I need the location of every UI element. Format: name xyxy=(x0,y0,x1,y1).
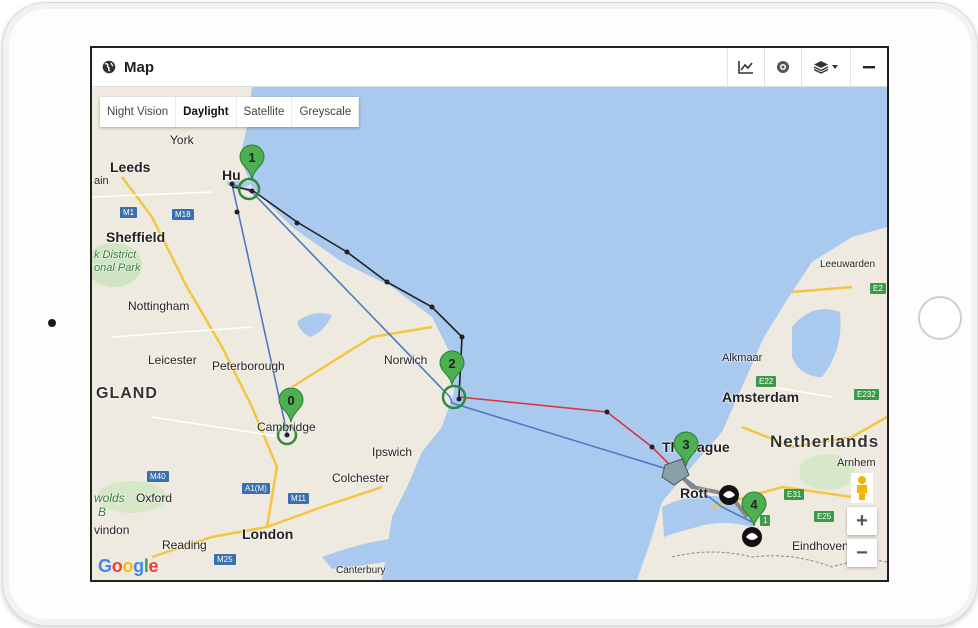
map-type-satellite[interactable]: Satellite xyxy=(237,97,293,127)
marker-layer: 0 1 2 3 4 xyxy=(239,144,767,527)
map-canvas[interactable]: York Leeds ain Hu Sheffield k District o… xyxy=(92,87,887,580)
waypoint-label: 0 xyxy=(287,393,294,408)
google-logo: Google xyxy=(98,556,159,577)
google-letter: g xyxy=(133,556,144,576)
chart-button[interactable] xyxy=(727,48,764,86)
google-letter: o xyxy=(122,556,134,576)
home-button[interactable] xyxy=(918,296,962,340)
zoom-in-button[interactable]: + xyxy=(847,507,877,535)
page-title: Map xyxy=(124,58,154,76)
chart-icon xyxy=(738,61,753,74)
google-letter: e xyxy=(148,556,159,576)
google-letter: o xyxy=(111,556,123,576)
pegman-icon[interactable] xyxy=(851,473,873,503)
map-type-night-vision[interactable]: Night Vision xyxy=(100,97,177,127)
map-type-daylight[interactable]: Daylight xyxy=(176,97,237,127)
map-type-selector: Night Vision Daylight Satellite Greyscal… xyxy=(100,97,360,127)
header-toolbar xyxy=(727,48,887,86)
waypoint-marker-1[interactable]: 1 xyxy=(239,144,265,180)
target-icon xyxy=(777,61,789,73)
waypoint-marker-3[interactable]: 3 xyxy=(673,431,699,467)
map-header: Map xyxy=(92,48,887,87)
layers-icon xyxy=(813,61,838,74)
camera xyxy=(48,319,56,327)
google-letter: G xyxy=(98,556,112,576)
waypoint-label: 3 xyxy=(682,437,689,452)
target-button[interactable] xyxy=(764,48,801,86)
waypoint-marker-2[interactable]: 2 xyxy=(439,350,465,386)
waypoint-marker-0[interactable]: 0 xyxy=(278,387,304,423)
waypoint-marker-4[interactable]: 4 xyxy=(741,491,767,527)
zoom-out-button[interactable]: − xyxy=(847,539,877,567)
minimize-button[interactable] xyxy=(850,48,887,86)
waypoint-label: 4 xyxy=(750,497,758,512)
map-widget: Map York Leeds ain Hu Sheffield k Distri… xyxy=(90,46,889,582)
waypoint-label: 1 xyxy=(248,150,255,165)
layers-button[interactable] xyxy=(801,48,850,86)
globe-icon xyxy=(102,60,116,74)
map-type-greyscale[interactable]: Greyscale xyxy=(292,97,360,127)
minimize-icon xyxy=(863,66,875,69)
waypoint-label: 2 xyxy=(448,356,455,371)
